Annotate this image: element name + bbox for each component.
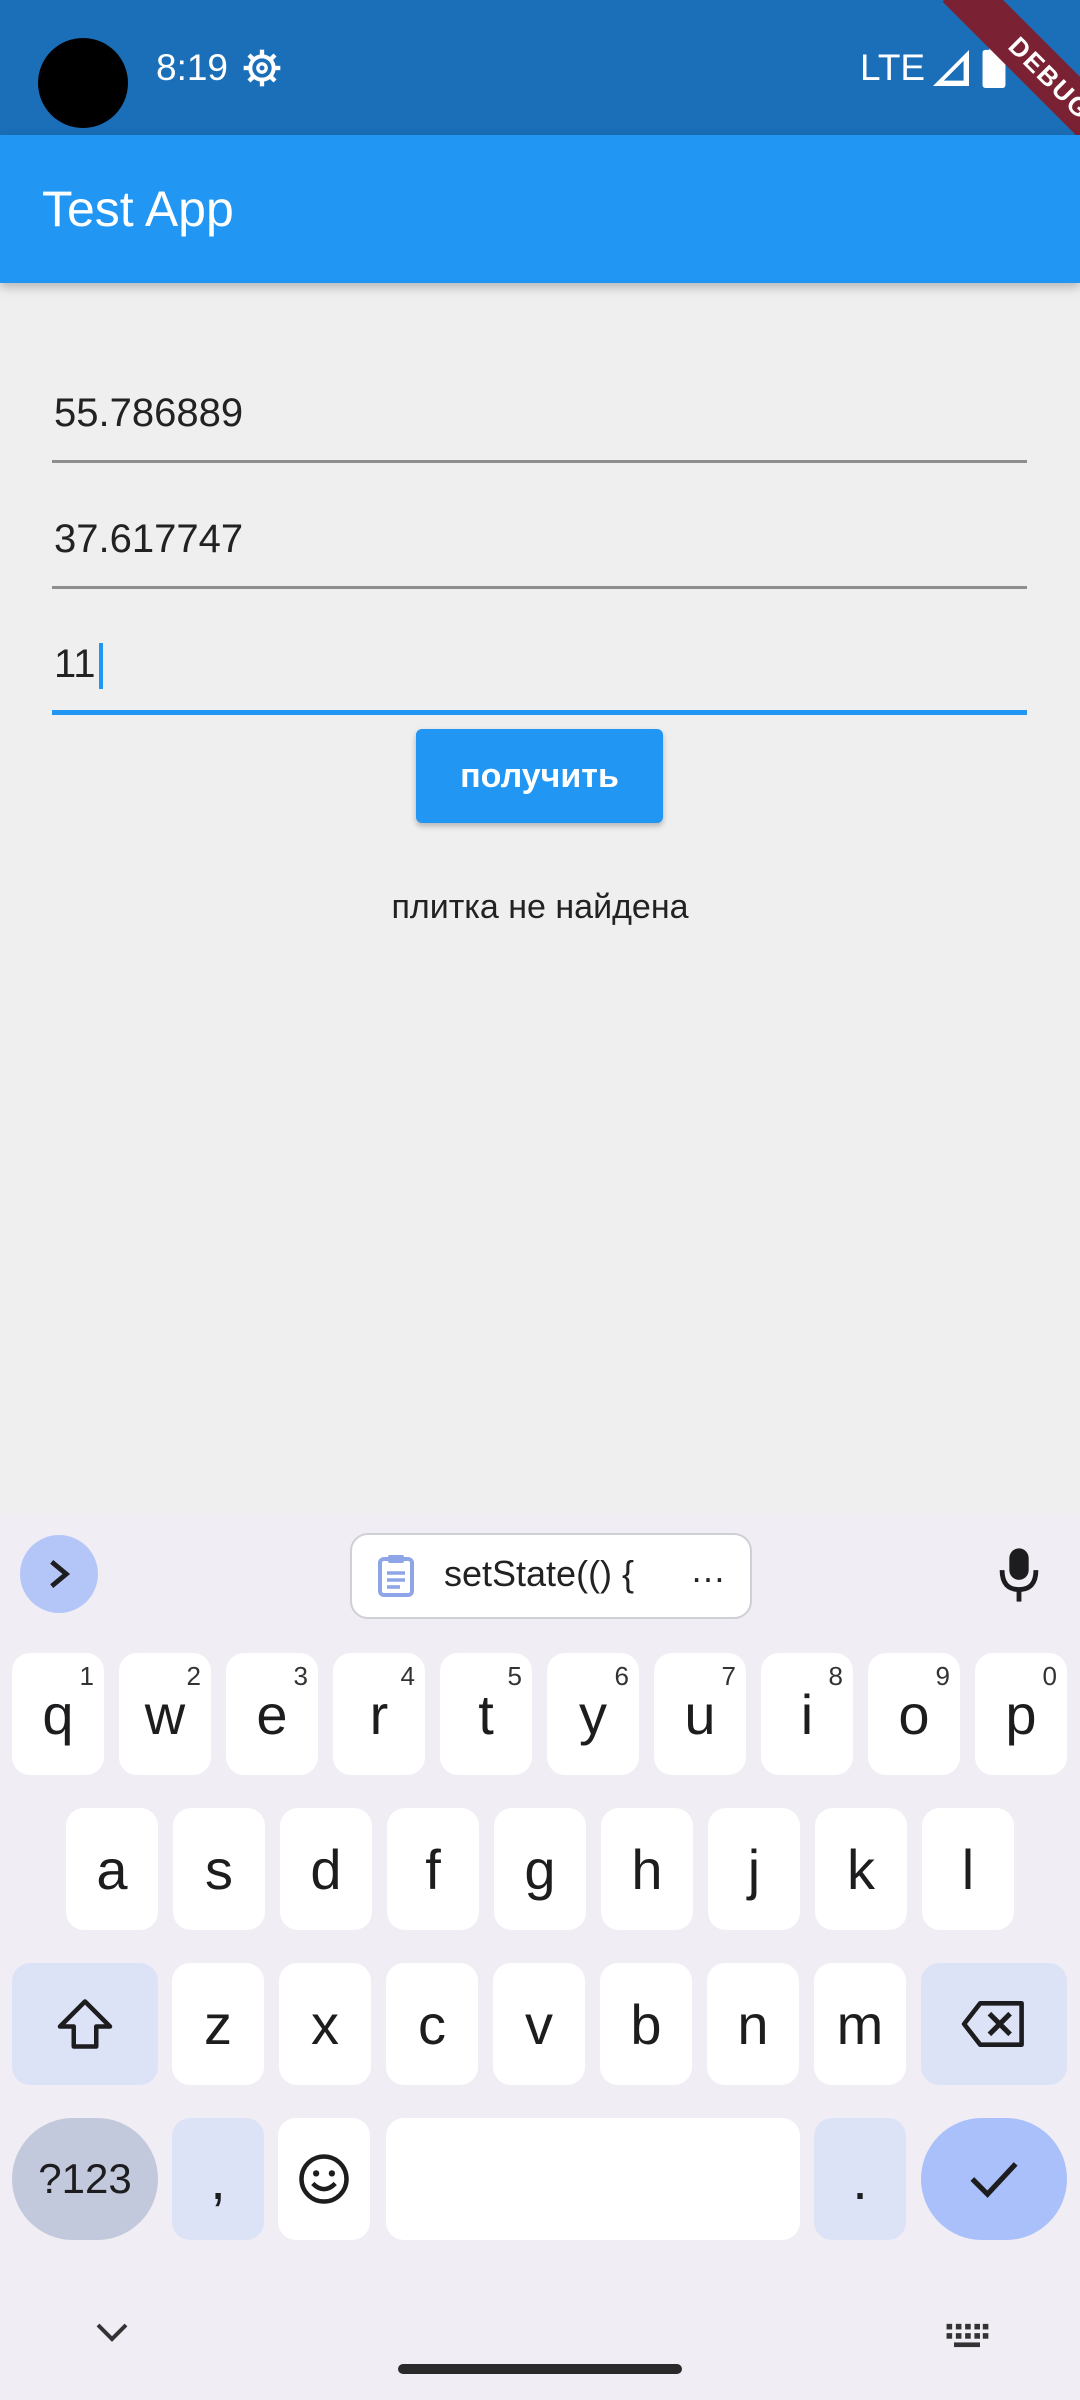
result-message: плитка не найдена: [391, 888, 689, 926]
key-w[interactable]: w2: [119, 1653, 211, 1775]
backspace-icon: [961, 2001, 1024, 2047]
longitude-underline: [52, 586, 1027, 589]
space-key[interactable]: [386, 2118, 800, 2240]
key-g[interactable]: g: [494, 1808, 586, 1930]
key-number-hint: 4: [400, 1661, 415, 1691]
zoom-value-wrap: 11: [54, 640, 103, 689]
key-b[interactable]: b: [600, 1963, 692, 2085]
clipboard-icon: [378, 1555, 414, 1597]
key-number-hint: 7: [721, 1661, 736, 1691]
key-a[interactable]: a: [66, 1808, 158, 1930]
key-number-hint: 5: [507, 1661, 522, 1691]
key-f[interactable]: f: [387, 1808, 479, 1930]
key-label: t: [478, 1682, 494, 1746]
clipboard-suggestion-ellipsis: …: [690, 1549, 726, 1590]
key-label: q: [42, 1682, 74, 1746]
key-number-hint: 3: [293, 1661, 308, 1691]
key-y[interactable]: y6: [547, 1653, 639, 1775]
emoji-key[interactable]: [278, 2118, 370, 2240]
text-cursor: [98, 643, 103, 689]
key-label: u: [684, 1682, 716, 1746]
home-indicator[interactable]: [398, 2364, 682, 2374]
zoom-field[interactable]: 11: [52, 595, 1027, 715]
key-number-hint: 8: [828, 1661, 843, 1691]
key-u[interactable]: u7: [654, 1653, 746, 1775]
key-o[interactable]: o9: [868, 1653, 960, 1775]
get-button[interactable]: получить: [416, 729, 663, 823]
backspace-key[interactable]: [921, 1963, 1067, 2085]
longitude-value: 37.617747: [54, 517, 244, 561]
key-number-hint: 9: [935, 1661, 950, 1691]
clipboard-suggestion-text: setState(() {: [444, 1553, 635, 1594]
key-r[interactable]: r4: [333, 1653, 425, 1775]
key-label: y: [579, 1682, 607, 1746]
key-label: p: [1005, 1682, 1037, 1746]
key-t[interactable]: t5: [440, 1653, 532, 1775]
shift-icon: [57, 1999, 113, 2049]
app-title: Test App: [42, 181, 234, 237]
key-i[interactable]: i8: [761, 1653, 853, 1775]
status-time: 8:19: [156, 47, 229, 88]
latitude-field[interactable]: 55.786889: [52, 343, 1027, 463]
symbols-key[interactable]: ?123: [12, 2118, 158, 2240]
latitude-value: 55.786889: [54, 391, 244, 435]
key-x[interactable]: x: [279, 1963, 371, 2085]
zoom-underline: [52, 710, 1027, 715]
key-j[interactable]: j: [708, 1808, 800, 1930]
key-p[interactable]: p0: [975, 1653, 1067, 1775]
key-number-hint: 6: [614, 1661, 629, 1691]
key-number-hint: 1: [79, 1661, 94, 1691]
key-m[interactable]: m: [814, 1963, 906, 2085]
key-e[interactable]: e3: [226, 1653, 318, 1775]
key-c[interactable]: c: [386, 1963, 478, 2085]
key-label: i: [800, 1682, 814, 1746]
key-number-hint: 0: [1042, 1661, 1057, 1691]
latitude-underline: [52, 460, 1027, 463]
key-d[interactable]: d: [280, 1808, 372, 1930]
microphone-icon[interactable]: [994, 1546, 1044, 1604]
key-k[interactable]: k: [815, 1808, 907, 1930]
camera-cutout: [38, 38, 128, 128]
comma-key[interactable]: ,: [172, 2118, 264, 2240]
keyboard-switch-icon[interactable]: [944, 2322, 990, 2348]
hide-keyboard-chevron-icon[interactable]: [92, 2318, 132, 2348]
keyboard: [0, 1515, 1080, 2400]
key-v[interactable]: v: [493, 1963, 585, 2085]
enter-key[interactable]: [921, 2118, 1067, 2240]
key-label: e: [256, 1682, 288, 1746]
key-q[interactable]: q1: [12, 1653, 104, 1775]
longitude-field[interactable]: 37.617747: [52, 469, 1027, 589]
key-label: r: [369, 1682, 389, 1746]
zoom-value: 11: [54, 641, 96, 686]
chevron-right-icon: [50, 1559, 71, 1589]
period-key[interactable]: .: [814, 2118, 906, 2240]
key-label: o: [898, 1682, 930, 1746]
checkmark-icon: [970, 2162, 1018, 2198]
key-n[interactable]: n: [707, 1963, 799, 2085]
key-l[interactable]: l: [922, 1808, 1014, 1930]
key-label: w: [144, 1682, 186, 1746]
key-h[interactable]: h: [601, 1808, 693, 1930]
keyboard-toolbar-expand-button[interactable]: [20, 1535, 98, 1613]
key-s[interactable]: s: [173, 1808, 265, 1930]
key-z[interactable]: z: [172, 1963, 264, 2085]
settings-gear-icon: [243, 49, 281, 87]
shift-key[interactable]: [12, 1963, 158, 2085]
emoji-icon: [299, 2154, 349, 2204]
key-number-hint: 2: [186, 1661, 201, 1691]
